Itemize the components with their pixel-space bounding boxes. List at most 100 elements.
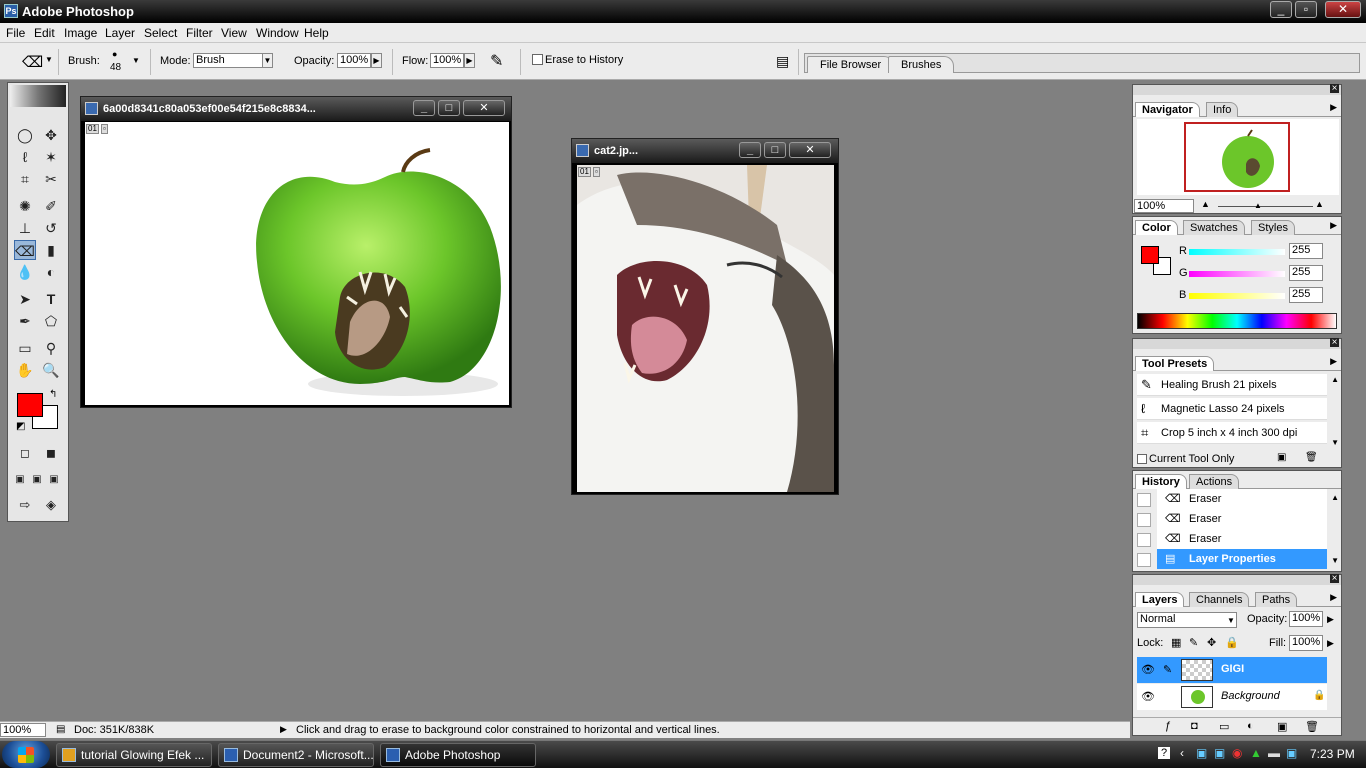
volume-tray-icon[interactable]: ▬ xyxy=(1268,746,1280,760)
minimize-button[interactable]: _ xyxy=(1270,1,1292,18)
opacity-slider-icon[interactable]: ▶ xyxy=(1327,614,1334,625)
document-window-apple[interactable]: 6a00d8341c80a053ef00e54f215e8c8834... _ … xyxy=(80,96,512,408)
opacity-field[interactable]: 100% xyxy=(337,53,371,68)
path-selection-tool-icon[interactable]: ➤ xyxy=(14,289,36,309)
magic-wand-tool-icon[interactable]: ✶ xyxy=(40,147,62,167)
scroll-down-icon[interactable]: ▼ xyxy=(1331,438,1339,447)
dodge-tool-icon[interactable]: ◐ xyxy=(40,262,62,282)
start-button[interactable] xyxy=(2,741,50,768)
notes-tool-icon[interactable]: ▭ xyxy=(14,338,36,358)
tab-brushes[interactable]: Brushes xyxy=(888,56,955,73)
airbrush-icon[interactable]: ✎ xyxy=(490,51,503,71)
color-ramp[interactable] xyxy=(1137,313,1337,329)
close-icon[interactable]: × xyxy=(1330,338,1339,348)
lock-image-icon[interactable]: ✎ xyxy=(1189,636,1198,649)
green-slider[interactable] xyxy=(1189,271,1285,277)
new-set-icon[interactable]: ▭ xyxy=(1219,720,1229,733)
menu-select[interactable]: Select xyxy=(144,26,177,40)
erase-to-history-checkbox[interactable] xyxy=(532,54,543,65)
eraser-tool-icon[interactable]: ⌫ xyxy=(14,240,36,260)
zoom-in-icon[interactable]: ▲ xyxy=(1315,199,1324,209)
canvas-cat[interactable]: 01 ▫ xyxy=(577,165,834,492)
current-tool-only-checkbox[interactable] xyxy=(1137,454,1147,464)
taskbar-item[interactable]: tutorial Glowing Efek ... xyxy=(56,743,212,767)
standard-screen-mode-icon[interactable]: ▣ xyxy=(12,470,28,490)
doc-close-button[interactable]: ✕ xyxy=(789,142,831,158)
green-value-field[interactable]: 255 xyxy=(1289,265,1323,281)
close-icon[interactable]: × xyxy=(1330,84,1339,94)
healing-brush-tool-icon[interactable]: ✺ xyxy=(14,196,36,216)
fill-field[interactable]: 100% xyxy=(1289,635,1323,651)
blur-tool-icon[interactable]: 💧 xyxy=(14,262,36,282)
menu-window[interactable]: Window xyxy=(256,26,299,40)
new-layer-icon[interactable]: ▣ xyxy=(1277,720,1287,733)
navigator-view-box[interactable] xyxy=(1184,122,1290,192)
preset-item[interactable]: ℓ Magnetic Lasso 24 pixels xyxy=(1137,398,1327,420)
status-menu-icon[interactable]: ▶ xyxy=(280,724,287,735)
move-tool-icon[interactable]: ✥ xyxy=(40,125,62,145)
zoom-slider[interactable] xyxy=(1218,206,1313,207)
new-preset-icon[interactable]: ▣ xyxy=(1277,452,1286,463)
tab-styles[interactable]: Styles xyxy=(1251,220,1295,235)
hand-tool-icon[interactable]: ✋ xyxy=(14,360,36,380)
eyedropper-tool-icon[interactable]: ⚲ xyxy=(40,338,62,358)
antivirus-tray-icon[interactable]: ◉ xyxy=(1232,746,1242,760)
imageready-icon[interactable]: ◈ xyxy=(40,495,62,515)
history-source-checkbox[interactable] xyxy=(1137,533,1151,547)
type-tool-icon[interactable]: T xyxy=(40,289,62,309)
fill-slider-icon[interactable]: ▶ xyxy=(1327,638,1334,649)
mode-select[interactable]: Brush xyxy=(193,53,271,68)
taskbar-item-active[interactable]: Adobe Photoshop xyxy=(380,743,536,767)
menu-filter[interactable]: Filter xyxy=(186,26,213,40)
pen-tool-icon[interactable]: ✒ xyxy=(14,311,36,331)
panel-menu-icon[interactable]: ▶ xyxy=(1330,102,1337,113)
doc-maximize-button[interactable]: □ xyxy=(764,142,786,158)
gradient-tool-icon[interactable]: ▮ xyxy=(40,240,62,260)
quick-mask-mode-icon[interactable]: ◼ xyxy=(40,443,62,463)
swap-colors-icon[interactable]: ↰ xyxy=(49,389,57,400)
lasso-tool-icon[interactable]: ℓ xyxy=(14,147,36,167)
brush-picker-icon[interactable]: ▼ xyxy=(132,56,140,65)
doc-minimize-button[interactable]: _ xyxy=(739,142,761,158)
jump-to-imageready-icon[interactable]: ⇨ xyxy=(14,495,36,515)
red-value-field[interactable]: 255 xyxy=(1289,243,1323,259)
tab-navigator[interactable]: Navigator xyxy=(1135,102,1200,117)
add-mask-icon[interactable]: ◘ xyxy=(1191,720,1198,732)
layer-style-icon[interactable]: ƒ xyxy=(1165,720,1171,732)
preset-item[interactable]: ✎ Healing Brush 21 pixels xyxy=(1137,374,1327,396)
eye-icon[interactable]: 👁 xyxy=(1141,690,1155,703)
palette-menu-icon[interactable]: ▤ xyxy=(776,53,789,70)
standard-mode-icon[interactable]: ◻ xyxy=(14,443,36,463)
blend-dropdown-icon[interactable]: ▼ xyxy=(1227,616,1235,625)
foreground-color-swatch[interactable] xyxy=(17,393,43,417)
marquee-tool-icon[interactable]: ◯ xyxy=(14,125,36,145)
navigator-preview-area[interactable] xyxy=(1137,119,1339,195)
preset-item[interactable]: ⌗ Crop 5 inch x 4 inch 300 dpi xyxy=(1137,422,1327,444)
menu-layer[interactable]: Layer xyxy=(105,26,135,40)
history-source-checkbox[interactable] xyxy=(1137,493,1151,507)
menu-edit[interactable]: Edit xyxy=(34,26,55,40)
slice-tool-icon[interactable]: ✂ xyxy=(40,169,62,189)
blue-slider[interactable] xyxy=(1189,293,1285,299)
color-foreground-swatch[interactable] xyxy=(1141,246,1159,264)
document-title-bar[interactable]: 6a00d8341c80a053ef00e54f215e8c8834... _ … xyxy=(81,97,511,121)
canvas-apple[interactable]: 01 ▫ xyxy=(85,122,509,405)
history-state[interactable]: ⌫ Eraser xyxy=(1157,529,1327,549)
close-button[interactable]: ✕ xyxy=(1325,1,1361,18)
clock[interactable]: 7:23 PM xyxy=(1310,747,1355,761)
eraser-preset-icon[interactable]: ⌫ xyxy=(22,53,43,71)
full-screen-mode-icon[interactable]: ▣ xyxy=(46,470,62,490)
scroll-up-icon[interactable]: ▲ xyxy=(1331,493,1339,502)
eye-icon[interactable]: 👁 xyxy=(1141,663,1155,676)
adjustment-layer-icon[interactable]: ◐ xyxy=(1247,720,1254,732)
lock-transparency-icon[interactable]: ▦ xyxy=(1171,636,1181,649)
tab-tool-presets[interactable]: Tool Presets xyxy=(1135,356,1215,371)
document-title-bar[interactable]: cat2.jp... _ □ ✕ xyxy=(572,139,838,163)
mode-dropdown-icon[interactable]: ▼ xyxy=(262,53,273,68)
panel-menu-icon[interactable]: ▶ xyxy=(1330,220,1337,231)
doc-close-button[interactable]: ✕ xyxy=(463,100,505,116)
doc-minimize-button[interactable]: _ xyxy=(413,100,435,116)
layer-row-selected[interactable]: 👁 ✎ GIGI xyxy=(1137,657,1327,683)
scroll-up-icon[interactable]: ▲ xyxy=(1331,375,1339,384)
help-tray-icon[interactable]: ? xyxy=(1158,747,1170,759)
